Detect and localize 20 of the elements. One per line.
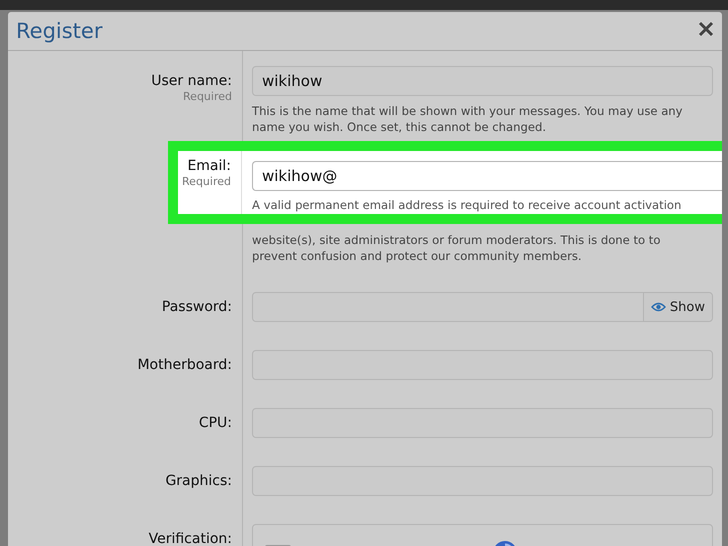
field-label: Password: xyxy=(162,298,232,316)
input-field[interactable] xyxy=(252,350,713,380)
field-label: CPU: xyxy=(198,414,232,432)
field-label: Graphics: xyxy=(165,472,232,490)
input-field[interactable]: wikihow@ xyxy=(252,161,722,191)
dialog-title: Register xyxy=(16,19,102,43)
password-field[interactable]: Show xyxy=(252,292,713,322)
help-text: This is the name that will be shown with your messages. You may use any name you wish. Once set, this cannot be changed. xyxy=(252,103,684,135)
input-field[interactable] xyxy=(252,466,713,496)
field-label: Motherboard: xyxy=(137,356,232,374)
field-label: Verification: xyxy=(148,530,232,546)
required-note: Required xyxy=(182,175,231,189)
field-label: User name: xyxy=(151,72,232,90)
input-field[interactable]: wikihow xyxy=(252,66,713,96)
input-field[interactable] xyxy=(252,408,713,438)
eye-icon xyxy=(650,302,666,312)
help-text: A valid permanent email address is required to receive account activation xyxy=(252,197,682,213)
field-label: Email: xyxy=(187,157,231,175)
required-note: Required xyxy=(183,90,232,104)
help-text: website(s), site administrators or forum moderators. This is done to to prevent confusion and protect our community members. xyxy=(252,232,662,264)
